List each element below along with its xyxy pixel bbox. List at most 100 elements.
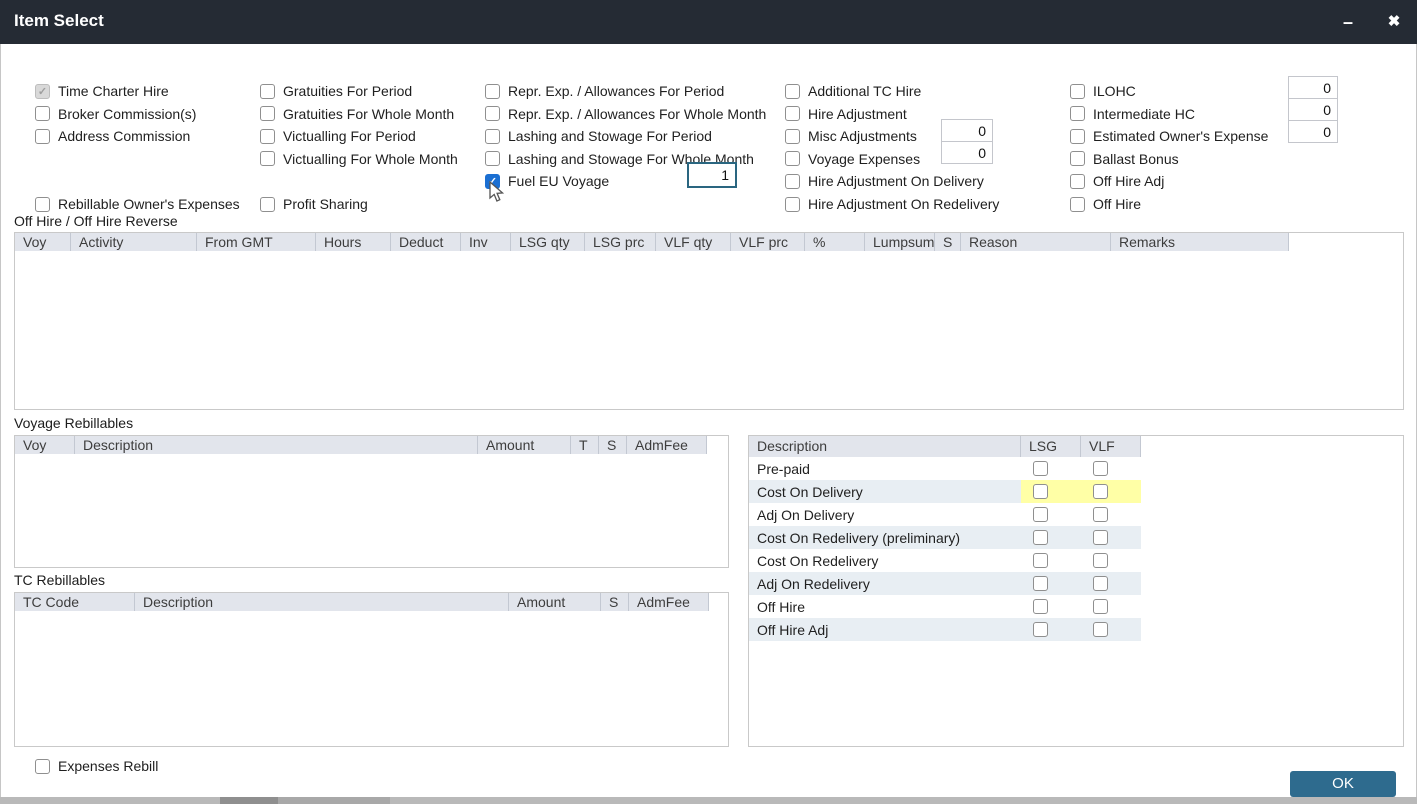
time-charter-hire-checkbox[interactable]: ✓ xyxy=(35,84,50,99)
tc-rebillables-table-header: TC CodeDescriptionAmountSAdmFee xyxy=(15,593,709,611)
close-icon[interactable]: ✖ xyxy=(1381,9,1407,35)
ok-button[interactable]: OK xyxy=(1290,771,1396,797)
voyage-rebillables-table-header: VoyDescriptionAmountTSAdmFee xyxy=(15,436,707,454)
cost-on-redelivery-lsg-checkbox[interactable] xyxy=(1033,553,1048,568)
cost-row-off-hire: Off Hire xyxy=(749,595,1141,618)
off-hire-adj-label: Off Hire Adj xyxy=(1093,173,1164,189)
gratuities-for-period-label: Gratuities For Period xyxy=(283,83,412,99)
address-commission-checkbox[interactable] xyxy=(35,129,50,144)
scrollbar-segment xyxy=(278,797,390,804)
bottom-scrollbar[interactable] xyxy=(0,797,1417,804)
ilohc-checkbox[interactable] xyxy=(1070,84,1085,99)
broker-commission-s-label: Broker Commission(s) xyxy=(58,106,196,122)
additional-tc-hire-checkbox[interactable] xyxy=(785,84,800,99)
minimize-icon[interactable]: – xyxy=(1335,9,1361,35)
column-header-admfee: AdmFee xyxy=(627,436,707,454)
cost-cell-vlf xyxy=(1081,618,1141,641)
adj-on-redelivery-lsg-checkbox[interactable] xyxy=(1033,576,1048,591)
gratuities-for-whole-month-checkbox[interactable] xyxy=(260,106,275,121)
ilohc-input[interactable] xyxy=(1288,76,1338,99)
additional-tc-hire-label: Additional TC Hire xyxy=(808,83,921,99)
hire-adjustment-on-redelivery-label: Hire Adjustment On Redelivery xyxy=(808,196,999,212)
checkbox-item-time-charter-hire: ✓Time Charter Hire xyxy=(35,80,169,102)
mouse-cursor-icon xyxy=(488,181,504,203)
off-hire-lsg-checkbox[interactable] xyxy=(1033,599,1048,614)
pre-paid-lsg-checkbox[interactable] xyxy=(1033,461,1048,476)
off-hire-checkbox[interactable] xyxy=(1070,197,1085,212)
rebillable-owner-s-expenses-checkbox[interactable] xyxy=(35,197,50,212)
cost-on-redelivery-preliminary-vlf-checkbox[interactable] xyxy=(1093,530,1108,545)
cost-on-redelivery-vlf-checkbox[interactable] xyxy=(1093,553,1108,568)
cost-cell-vlf xyxy=(1081,480,1141,503)
gratuities-for-whole-month-label: Gratuities For Whole Month xyxy=(283,106,454,122)
gratuities-for-period-checkbox[interactable] xyxy=(260,84,275,99)
column-header-lumpsum: Lumpsum xyxy=(865,233,935,251)
pre-paid-vlf-checkbox[interactable] xyxy=(1093,461,1108,476)
checkbox-item-gratuities-for-whole-month: Gratuities For Whole Month xyxy=(260,103,454,125)
voyage-expenses-checkbox[interactable] xyxy=(785,151,800,166)
hire-adjustment-on-redelivery-checkbox[interactable] xyxy=(785,197,800,212)
column-header-lsg-qty: LSG qty xyxy=(511,233,585,251)
column-header-vlf: VLF xyxy=(1081,436,1141,457)
checkbox-item-profit-sharing: Profit Sharing xyxy=(260,193,368,215)
expenses-rebill-label: Expenses Rebill xyxy=(58,758,158,774)
victualling-for-whole-month-checkbox[interactable] xyxy=(260,151,275,166)
cost-cell-vlf xyxy=(1081,595,1141,618)
ballast-bonus-checkbox[interactable] xyxy=(1070,151,1085,166)
cost-cell-vlf xyxy=(1081,526,1141,549)
fuel-eu-voyage-input[interactable] xyxy=(687,162,737,188)
voyage-expenses-input[interactable] xyxy=(941,141,993,164)
broker-commission-s-checkbox[interactable] xyxy=(35,106,50,121)
adj-on-delivery-vlf-checkbox[interactable] xyxy=(1093,507,1108,522)
repr-exp-allowances-for-period-checkbox[interactable] xyxy=(485,84,500,99)
profit-sharing-checkbox[interactable] xyxy=(260,197,275,212)
dialog-title: Item Select xyxy=(14,11,104,31)
victualling-for-period-checkbox[interactable] xyxy=(260,129,275,144)
adj-on-redelivery-vlf-checkbox[interactable] xyxy=(1093,576,1108,591)
cost-cell-lsg xyxy=(1021,457,1081,480)
intermediate-hc-checkbox[interactable] xyxy=(1070,106,1085,121)
cost-cell-lsg xyxy=(1021,595,1081,618)
hire-adjustment-checkbox[interactable] xyxy=(785,106,800,121)
column-header-remarks: Remarks xyxy=(1111,233,1289,251)
lashing-and-stowage-for-period-checkbox[interactable] xyxy=(485,129,500,144)
checkbox-item-broker-commission-s: Broker Commission(s) xyxy=(35,103,196,125)
cost-on-delivery-lsg-checkbox[interactable] xyxy=(1033,484,1048,499)
hire-adjustment-on-delivery-checkbox[interactable] xyxy=(785,174,800,189)
cost-cell-lsg xyxy=(1021,549,1081,572)
column-header-amount: Amount xyxy=(509,593,601,611)
off-hire-adj-lsg-checkbox[interactable] xyxy=(1033,622,1048,637)
checkbox-item-expenses-rebill: Expenses Rebill xyxy=(35,755,158,777)
column-header-reason: Reason xyxy=(961,233,1111,251)
cost-on-redelivery-preliminary-lsg-checkbox[interactable] xyxy=(1033,530,1048,545)
intermediate-hc-input[interactable] xyxy=(1288,98,1338,121)
tc-rebillables-section-label: TC Rebillables xyxy=(14,572,105,588)
off-hire-adj-checkbox[interactable] xyxy=(1070,174,1085,189)
cost-row-cost-on-delivery: Cost On Delivery xyxy=(749,480,1141,503)
off-hire-vlf-checkbox[interactable] xyxy=(1093,599,1108,614)
hire-adjustment-label: Hire Adjustment xyxy=(808,106,907,122)
cost-row-label: Adj On Redelivery xyxy=(749,572,1021,595)
ballast-bonus-label: Ballast Bonus xyxy=(1093,151,1179,167)
misc-adjustments-input[interactable] xyxy=(941,119,993,142)
estimated-owners-expense-input[interactable] xyxy=(1288,120,1338,143)
column-header-s: S xyxy=(601,593,629,611)
checkbox-item-estimated-owner-s-expense: Estimated Owner's Expense xyxy=(1070,125,1268,147)
off-hire-label: Off Hire xyxy=(1093,196,1141,212)
cost-cell-vlf xyxy=(1081,503,1141,526)
expenses-rebill-checkbox[interactable] xyxy=(35,759,50,774)
checkbox-item-hire-adjustment-on-redelivery: Hire Adjustment On Redelivery xyxy=(785,193,999,215)
repr-exp-allowances-for-whole-month-checkbox[interactable] xyxy=(485,106,500,121)
cost-cell-vlf xyxy=(1081,572,1141,595)
estimated-owner-s-expense-checkbox[interactable] xyxy=(1070,129,1085,144)
misc-adjustments-checkbox[interactable] xyxy=(785,129,800,144)
checkbox-item-victualling-for-period: Victualling For Period xyxy=(260,125,416,147)
cost-on-delivery-vlf-checkbox[interactable] xyxy=(1093,484,1108,499)
lashing-and-stowage-for-whole-month-checkbox[interactable] xyxy=(485,151,500,166)
column-header-admfee: AdmFee xyxy=(629,593,709,611)
adj-on-delivery-lsg-checkbox[interactable] xyxy=(1033,507,1048,522)
off-hire-adj-vlf-checkbox[interactable] xyxy=(1093,622,1108,637)
cost-row-label: Cost On Delivery xyxy=(749,480,1021,503)
column-header-from-gmt: From GMT xyxy=(197,233,316,251)
off-hire-table: VoyActivityFrom GMTHoursDeductInvLSG qty… xyxy=(14,232,1404,410)
